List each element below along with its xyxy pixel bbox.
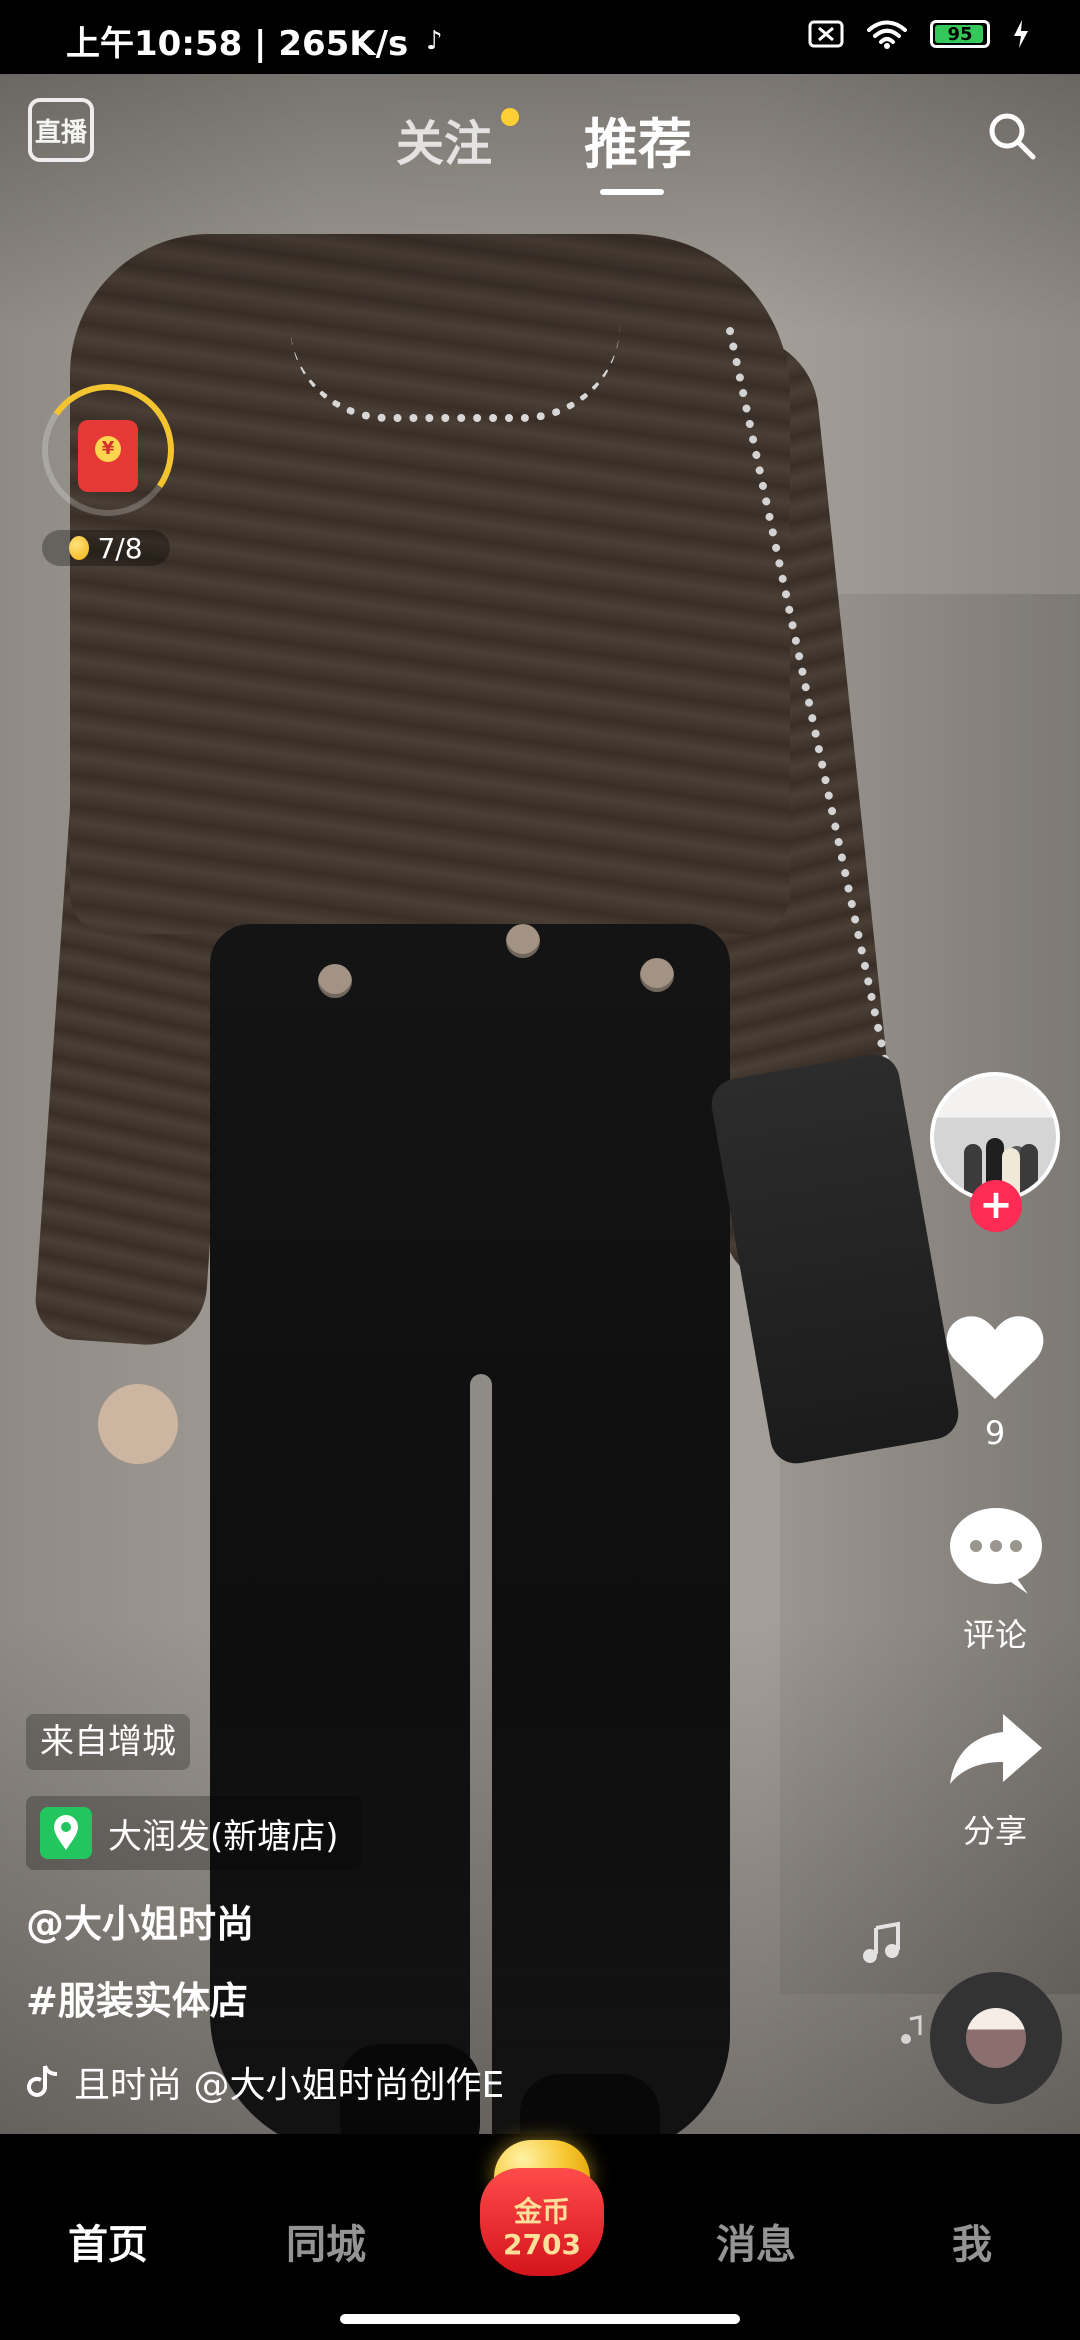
tab-recommend[interactable]: 推荐 <box>584 100 692 179</box>
location-chip[interactable]: 大润发(新塘店) <box>26 1796 362 1870</box>
search-icon[interactable] <box>984 108 1040 164</box>
like-count: 9 <box>984 1414 1006 1452</box>
coin-bag-count: 2703 <box>503 2228 581 2261</box>
status-bar: 上午10:58 | 265K/s ♪ 95 <box>0 0 1080 74</box>
location-name: 大润发(新塘店) <box>108 1816 339 1857</box>
status-right: 95 <box>808 18 1030 50</box>
comment-icon[interactable] <box>946 1504 1046 1600</box>
music-marquee[interactable]: 且时尚 @大小姐时尚创作E <box>26 2052 536 2112</box>
follow-plus-button[interactable]: + <box>970 1180 1022 1232</box>
video-necklace <box>290 324 620 422</box>
music-title: 且时尚 @大小姐时尚创作E <box>74 2065 505 2106</box>
live-label: 直播 <box>34 117 87 148</box>
nav-me[interactable]: 我 <box>952 2212 992 2270</box>
home-indicator <box>340 2314 740 2324</box>
battery-icon: 95 <box>930 20 990 48</box>
tiktok-mini-icon: ♪ <box>426 25 443 56</box>
heart-icon[interactable] <box>940 1306 1050 1406</box>
share-label: 分享 <box>962 1812 1027 1850</box>
nav-city[interactable]: 同城 <box>286 2212 366 2270</box>
coin-icon <box>69 536 90 560</box>
video-hand <box>98 1384 178 1464</box>
signal-off-icon <box>808 20 844 48</box>
charging-icon <box>1014 20 1028 48</box>
red-packet-icon <box>78 420 138 492</box>
status-time-network: 上午10:58 | 265K/s <box>66 24 409 64</box>
red-packet-counter: 7/8 <box>42 530 170 566</box>
music-note-small-icon <box>901 2015 922 2044</box>
comment-label: 评论 <box>962 1616 1027 1654</box>
video-button-right <box>640 958 674 992</box>
red-packet-progress-text: 7/8 <box>97 531 143 565</box>
video-button-center <box>506 924 540 958</box>
top-navigation: 直播 关注 推荐 <box>0 74 1080 204</box>
coin-bag-button[interactable]: 金币 2703 <box>476 2132 608 2282</box>
hashtag[interactable]: #服装实体店 <box>26 1970 248 2025</box>
tab-follow[interactable]: 关注 <box>396 104 492 174</box>
share-icon[interactable] <box>946 1710 1046 1790</box>
coin-bag-label: 金币 <box>513 2195 570 2228</box>
author-name[interactable]: @大小姐时尚 <box>26 1893 254 1948</box>
music-disc-art <box>966 2008 1026 2068</box>
location-pin-icon <box>40 1807 92 1859</box>
app-screen: 上午10:58 | 265K/s ♪ 95 直播 关注 推荐 ¥ 7/8 + 9… <box>0 0 1080 2340</box>
music-note-icon <box>863 1921 900 1963</box>
origin-tag: 来自增城 <box>26 1714 190 1770</box>
battery-level: 95 <box>947 24 973 45</box>
live-button[interactable]: 直播 <box>28 98 94 162</box>
nav-home[interactable]: 首页 <box>68 2212 148 2270</box>
wifi-icon <box>867 20 907 49</box>
follow-notification-dot <box>501 108 519 126</box>
tiktok-note-icon <box>27 2065 58 2097</box>
tab-recommend-underline <box>600 189 664 195</box>
music-disc-button[interactable] <box>930 1972 1062 2104</box>
red-packet-timer[interactable] <box>31 373 185 527</box>
nav-messages[interactable]: 消息 <box>716 2212 796 2270</box>
video-button-left <box>318 964 352 998</box>
status-left: 上午10:58 | 265K/s ♪ <box>66 16 452 65</box>
